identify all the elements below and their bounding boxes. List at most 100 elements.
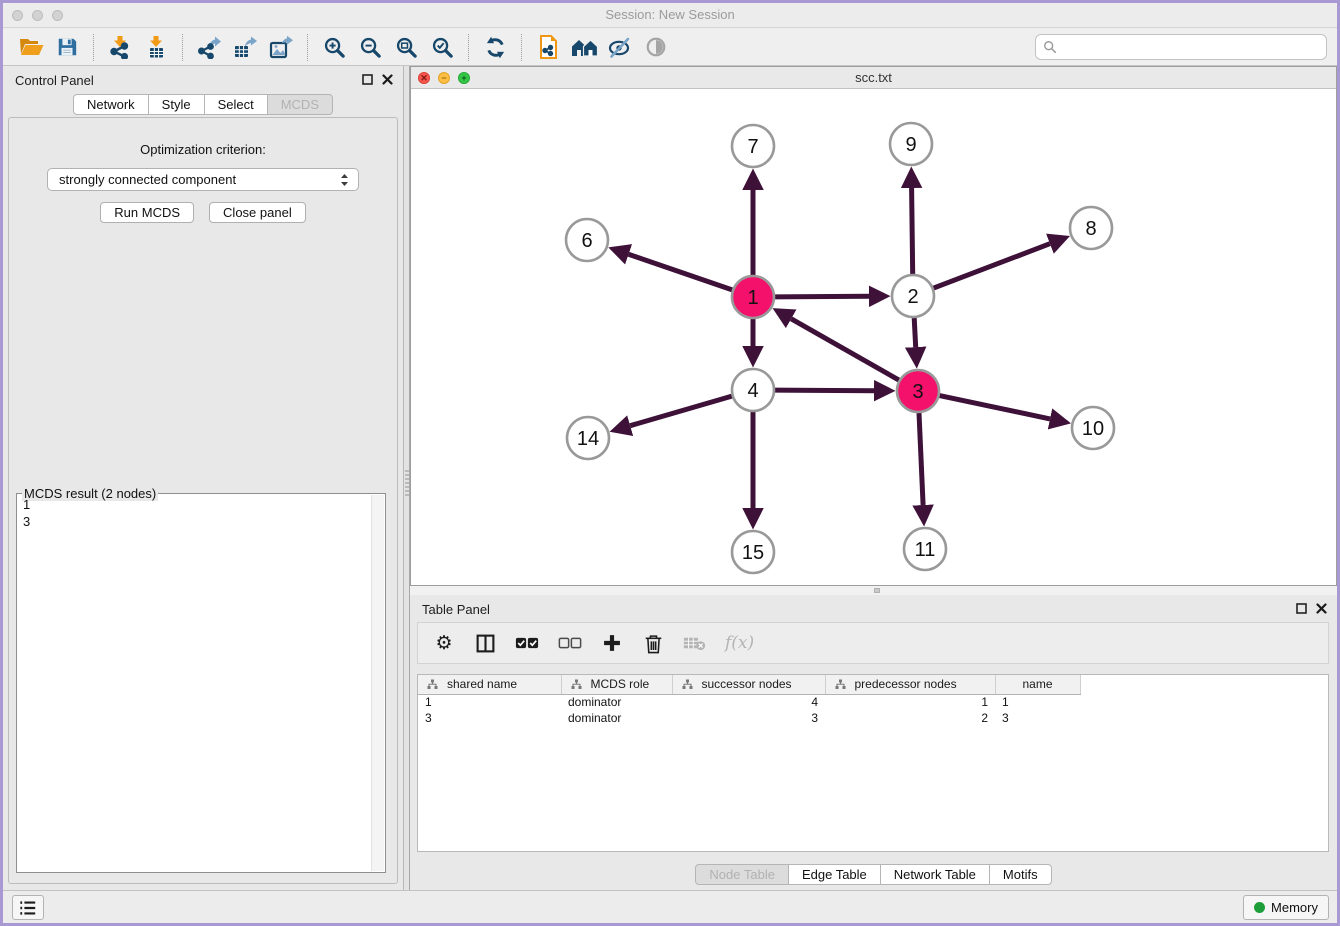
cell-name[interactable]: 3 [995,710,1080,726]
zoom-in-icon [323,36,346,59]
cell-successor-nodes[interactable]: 4 [672,694,825,710]
graph-edge-2-3[interactable] [914,318,916,347]
maximize-view-button[interactable]: + [458,72,470,84]
export-network-button[interactable] [191,32,227,63]
cell-shared-name[interactable]: 3 [418,710,561,726]
graph-edge-2-9[interactable] [912,188,913,274]
zoom-fit-button[interactable] [388,32,424,63]
graph-node-2[interactable]: 2 [892,275,934,317]
graph-node-10[interactable]: 10 [1072,407,1114,449]
cell-predecessor-nodes[interactable]: 2 [825,710,995,726]
tab-network[interactable]: Network [73,94,149,115]
close-panel-icon[interactable] [382,74,393,85]
search-input[interactable] [1062,39,1319,56]
deselect-all-button[interactable] [558,631,582,655]
close-view-button[interactable]: ✕ [418,72,430,84]
task-history-button[interactable] [12,895,44,920]
optimization-criterion-select[interactable]: strongly connected component [47,168,359,191]
save-session-button[interactable] [49,32,85,63]
horizontal-splitter[interactable] [410,586,1337,595]
export-table-button[interactable] [227,32,263,63]
search-box[interactable] [1035,34,1327,60]
run-mcds-button[interactable]: Run MCDS [100,202,194,223]
memory-button[interactable]: Memory [1243,895,1329,920]
column-header-shared-name[interactable]: shared name [418,675,561,694]
graph-node-11[interactable]: 11 [904,528,946,570]
table-row[interactable]: 3dominator323 [418,710,1328,726]
graph-node-3[interactable]: 3 [897,370,939,412]
graph-node-4[interactable]: 4 [732,369,774,411]
graph-node-7[interactable]: 7 [732,125,774,167]
zoom-selected-button[interactable] [424,32,460,63]
tab-select[interactable]: Select [204,94,268,115]
import-network-button[interactable] [102,32,138,63]
minimize-view-button[interactable]: − [438,72,450,84]
graph-node-15[interactable]: 15 [732,531,774,573]
visual-styles-button[interactable] [602,32,638,63]
column-header-name[interactable]: name [995,675,1080,694]
toolbar-separator [182,34,183,61]
graph-node-9[interactable]: 9 [890,123,932,165]
delete-column-button[interactable] [642,631,664,655]
table-settings-button[interactable]: ⚙ [433,631,455,655]
function-builder-button[interactable]: f(x) [725,631,754,655]
tab-edge-table[interactable]: Edge Table [788,864,881,885]
clone-network-button[interactable] [530,32,566,63]
graph-node-14[interactable]: 14 [567,417,609,459]
refresh-button[interactable] [477,32,513,63]
delete-table-button[interactable] [683,631,706,655]
graph-edge-2-8[interactable] [934,244,1050,288]
show-hide-button[interactable] [638,32,674,63]
graph-edge-3-10[interactable] [940,396,1051,419]
cell-predecessor-nodes[interactable]: 1 [825,694,995,710]
column-header-predecessor-nodes[interactable]: predecessor nodes [825,675,995,694]
graph-edge-3-1[interactable] [791,319,899,380]
close-window-button[interactable] [12,10,23,21]
minimize-window-button[interactable] [32,10,43,21]
result-scrollbar[interactable] [371,495,384,871]
network-canvas[interactable]: 7 9 6 8 1 2 4 3 14 10 15 11 [411,89,1336,585]
graph-node-1[interactable]: 1 [732,276,774,318]
splitter-grip[interactable] [405,470,409,496]
table-panel: Table Panel ⚙ [410,595,1337,890]
graph-edge-4-14[interactable] [630,396,732,426]
cell-mcds-role[interactable]: dominator [561,710,672,726]
graph-edge-1-2[interactable] [775,296,869,297]
show-columns-button[interactable] [474,631,496,655]
graph-edge-4-3[interactable] [775,390,874,391]
vertical-splitter[interactable] [403,66,410,890]
graph-node-6[interactable]: 6 [566,219,608,261]
create-column-button[interactable] [601,631,623,655]
tab-network-table[interactable]: Network Table [880,864,990,885]
graph-edge-1-6[interactable] [629,254,733,290]
import-table-button[interactable] [138,32,174,63]
open-file-button[interactable] [13,32,49,63]
cell-shared-name[interactable]: 1 [418,694,561,710]
zoom-out-button[interactable] [352,32,388,63]
tab-node-table[interactable]: Node Table [695,864,789,885]
splitter-grip[interactable] [874,588,880,593]
graph-node-8[interactable]: 8 [1070,207,1112,249]
cell-name[interactable]: 1 [995,694,1080,710]
float-panel-icon[interactable] [1296,603,1307,614]
table-row[interactable]: 1dominator411 [418,694,1328,710]
maximize-window-button[interactable] [52,10,63,21]
close-panel-icon[interactable] [1316,603,1327,614]
graph-edge-3-11[interactable] [919,413,923,505]
home-button[interactable] [566,32,602,63]
close-panel-button[interactable]: Close panel [209,202,306,223]
tab-motifs[interactable]: Motifs [989,864,1052,885]
mcds-result-text[interactable]: 13 [23,496,370,870]
cell-successor-nodes[interactable]: 3 [672,710,825,726]
column-header-mcds-role[interactable]: MCDS role [561,675,672,694]
cell-mcds-role[interactable]: dominator [561,694,672,710]
import-table-icon [144,35,168,59]
export-image-button[interactable] [263,32,299,63]
select-all-button[interactable] [515,631,539,655]
float-panel-icon[interactable] [362,74,373,85]
zoom-in-button[interactable] [316,32,352,63]
tab-mcds[interactable]: MCDS [267,94,333,115]
column-header-successor-nodes[interactable]: successor nodes [672,675,825,694]
table-toolbar: ⚙ [417,622,1329,664]
tab-style[interactable]: Style [148,94,205,115]
